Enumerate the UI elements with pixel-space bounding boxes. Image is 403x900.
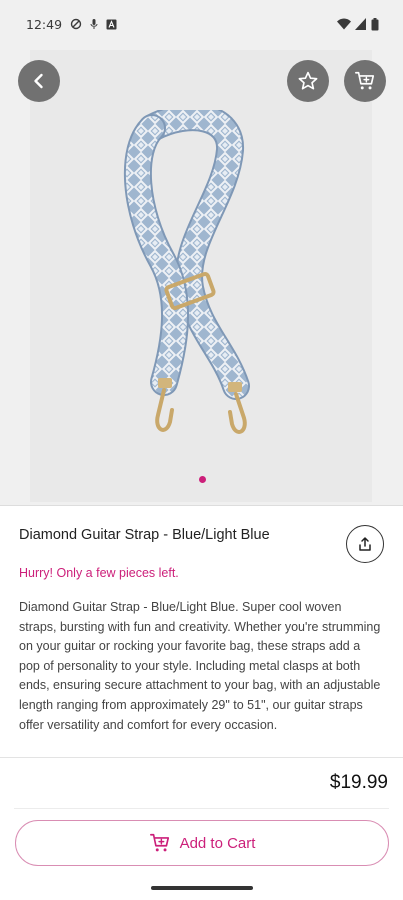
add-to-cart-button[interactable]: Add to Cart (15, 820, 389, 866)
arrow-left-icon (34, 73, 43, 89)
gallery-page-indicator (199, 476, 206, 483)
divider (0, 505, 403, 506)
add-to-cart-label: Add to Cart (179, 834, 256, 852)
product-image-frame (30, 50, 372, 502)
mic-icon (90, 19, 98, 29)
product-price: $19.99 (329, 772, 388, 793)
stock-warning: Hurry! Only a few pieces left. (19, 566, 179, 580)
divider (14, 808, 389, 809)
back-button[interactable] (18, 60, 60, 102)
status-time: 12:49 (26, 16, 63, 32)
cart-icon (355, 71, 375, 90)
signal-icon (355, 18, 366, 30)
a-box-icon (106, 19, 117, 29)
star-icon (298, 71, 318, 90)
cart-button[interactable] (344, 60, 386, 102)
product-image (123, 110, 250, 434)
status-bar: 12:49 (0, 0, 403, 48)
battery-icon (371, 17, 379, 30)
no-disturb-icon (70, 18, 82, 30)
favorite-button[interactable] (287, 60, 329, 102)
wifi-icon (337, 18, 351, 30)
home-indicator[interactable] (151, 886, 253, 890)
divider (0, 757, 403, 758)
product-description: Diamond Guitar Strap - Blue/Light Blue. … (19, 600, 381, 732)
share-icon (359, 537, 371, 551)
product-gallery[interactable] (0, 0, 403, 505)
share-button[interactable] (346, 525, 384, 563)
cart-icon (149, 833, 169, 852)
product-title: Diamond Guitar Strap - Blue/Light Blue (19, 527, 270, 543)
